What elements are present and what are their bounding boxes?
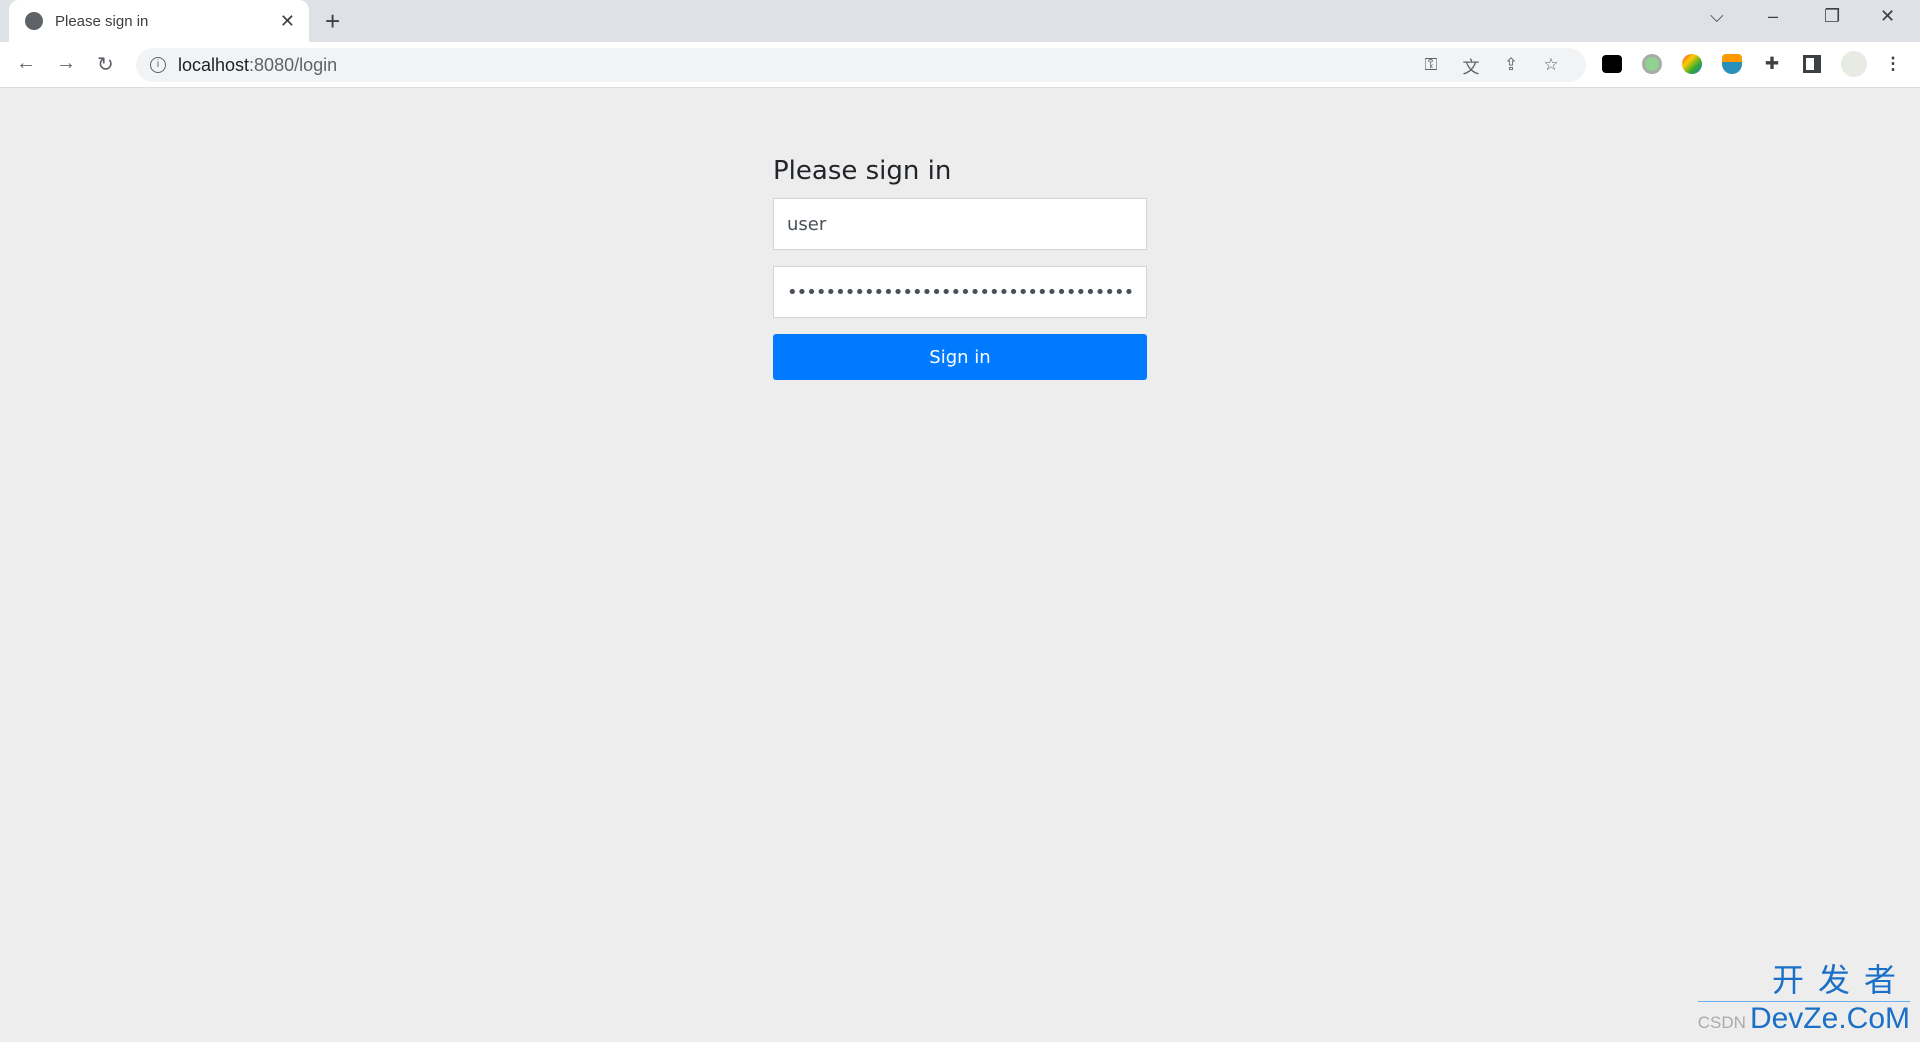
bookmark-star-icon[interactable]: ☆ bbox=[1540, 54, 1562, 76]
menu-kebab-icon[interactable]: ⋮ bbox=[1882, 53, 1904, 75]
back-icon[interactable]: ← bbox=[16, 52, 36, 75]
extension-bowl-icon[interactable] bbox=[1721, 53, 1743, 75]
watermark-logo: 开发者 CSDN DevZe.CoM bbox=[1697, 955, 1910, 1036]
minimize-button[interactable]: – bbox=[1768, 6, 1778, 27]
close-window-button[interactable]: ✕ bbox=[1880, 6, 1895, 27]
extensions-puzzle-icon[interactable]: ✚ bbox=[1761, 53, 1783, 75]
reload-icon[interactable]: ↻ bbox=[97, 52, 114, 77]
username-input[interactable] bbox=[773, 198, 1147, 250]
tab-bar: Please sign in ✕ + ⌵ – ❐ ✕ bbox=[0, 0, 1920, 42]
extension-green-circle-icon[interactable] bbox=[1641, 53, 1663, 75]
tab-title: Please sign in bbox=[55, 12, 149, 30]
extension-tampermonkey-icon[interactable] bbox=[1601, 53, 1623, 75]
watermark-brand: DevZe.CoM bbox=[1749, 1002, 1910, 1035]
translate-icon[interactable]: 文 bbox=[1460, 54, 1482, 77]
tab-active[interactable]: Please sign in ✕ bbox=[9, 0, 309, 42]
share-icon[interactable]: ⇪ bbox=[1500, 54, 1522, 76]
profile-avatar[interactable] bbox=[1841, 51, 1867, 77]
browser-toolbar: ← → ↻ i localhost:8080/login ⚿ 文 ⇪ ☆ ✚ ⋮ bbox=[0, 42, 1920, 88]
watermark-source: CSDN bbox=[1697, 1013, 1746, 1032]
sign-in-button[interactable]: Sign in bbox=[773, 334, 1147, 380]
url-host: localhost bbox=[178, 54, 250, 75]
address-bar[interactable]: i localhost:8080/login ⚿ 文 ⇪ ☆ bbox=[136, 48, 1586, 82]
login-form: Please sign in Sign in bbox=[773, 156, 1147, 380]
password-input[interactable] bbox=[773, 266, 1147, 318]
password-key-icon[interactable]: ⚿ bbox=[1420, 54, 1442, 76]
extension-download-manager-icon[interactable] bbox=[1681, 53, 1703, 75]
tab-search-chevron-icon[interactable]: ⌵ bbox=[1710, 6, 1724, 27]
restore-button[interactable]: ❐ bbox=[1824, 6, 1840, 27]
url-path: :8080/login bbox=[249, 54, 338, 75]
globe-icon bbox=[25, 12, 43, 30]
new-tab-button[interactable]: + bbox=[325, 6, 340, 37]
page-title: Please sign in bbox=[773, 156, 952, 186]
side-panel-icon[interactable] bbox=[1801, 53, 1823, 75]
watermark-chinese: 开发者 bbox=[1697, 955, 1910, 1002]
forward-icon[interactable]: → bbox=[56, 52, 76, 75]
tab-close-icon[interactable]: ✕ bbox=[280, 11, 295, 32]
site-info-icon[interactable]: i bbox=[150, 57, 166, 73]
